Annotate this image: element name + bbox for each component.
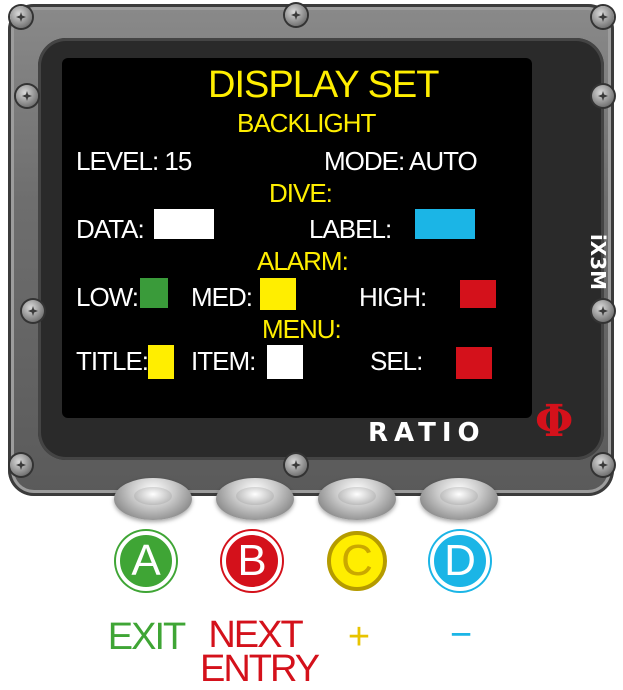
backlight-heading: BACKLIGHT xyxy=(237,108,376,138)
backlight-level[interactable]: LEVEL: 15 xyxy=(76,146,192,177)
menu-sel-label: SEL: xyxy=(370,346,423,376)
menu-item-color-swatch[interactable] xyxy=(267,345,303,379)
button-a-physical[interactable] xyxy=(114,478,192,520)
menu-title-label: TITLE: xyxy=(76,346,149,376)
button-c-function: + xyxy=(347,616,370,658)
button-a-function: EXIT xyxy=(107,616,186,658)
dive-data-label: DATA: xyxy=(76,214,145,244)
button-b-physical[interactable] xyxy=(216,478,294,520)
screw-icon xyxy=(285,454,307,476)
button-b-function: NEXT ENTRY xyxy=(200,614,320,690)
alarm-low-label: LOW: xyxy=(76,282,139,312)
button-c-badge: C xyxy=(327,531,387,591)
button-b-badge: B xyxy=(222,531,282,591)
dive-label-color-swatch[interactable] xyxy=(415,209,475,239)
alarm-med-label: MED: xyxy=(191,282,253,312)
screw-icon xyxy=(22,300,44,322)
screw-icon xyxy=(10,6,32,28)
model-name: iX3M xyxy=(586,233,611,291)
dive-label-label: LABEL: xyxy=(309,214,392,244)
screw-icon xyxy=(10,454,32,476)
button-d-function: − xyxy=(449,614,472,656)
screw-icon xyxy=(592,454,614,476)
page-title: DISPLAY SET xyxy=(208,64,439,106)
button-d-badge: D xyxy=(430,531,490,591)
screw-icon xyxy=(592,300,614,322)
dive-heading: DIVE: xyxy=(269,178,333,208)
screw-icon xyxy=(16,85,38,107)
menu-item-label: ITEM: xyxy=(191,346,256,376)
menu-title-color-swatch[interactable] xyxy=(148,345,174,379)
screw-icon xyxy=(285,4,307,26)
alarm-low-color-swatch[interactable] xyxy=(140,278,168,308)
screw-icon xyxy=(592,6,614,28)
display-screen: DISPLAY SET BACKLIGHT LEVEL: 15 MODE: AU… xyxy=(62,58,532,418)
alarm-heading: ALARM: xyxy=(257,246,349,276)
screw-icon xyxy=(592,85,614,107)
menu-heading: MENU: xyxy=(262,314,342,344)
alarm-high-color-swatch[interactable] xyxy=(460,280,496,308)
brand-phi-icon: Φ xyxy=(535,396,574,447)
button-a-badge: A xyxy=(116,531,176,591)
brand-logo: RATIO xyxy=(368,418,486,448)
button-d-physical[interactable] xyxy=(420,478,498,520)
dive-data-color-swatch[interactable] xyxy=(154,209,214,239)
backlight-mode[interactable]: MODE: AUTO xyxy=(324,146,478,177)
button-c-physical[interactable] xyxy=(318,478,396,520)
alarm-high-label: HIGH: xyxy=(359,282,427,312)
alarm-med-color-swatch[interactable] xyxy=(260,278,296,310)
menu-sel-color-swatch[interactable] xyxy=(456,347,492,379)
